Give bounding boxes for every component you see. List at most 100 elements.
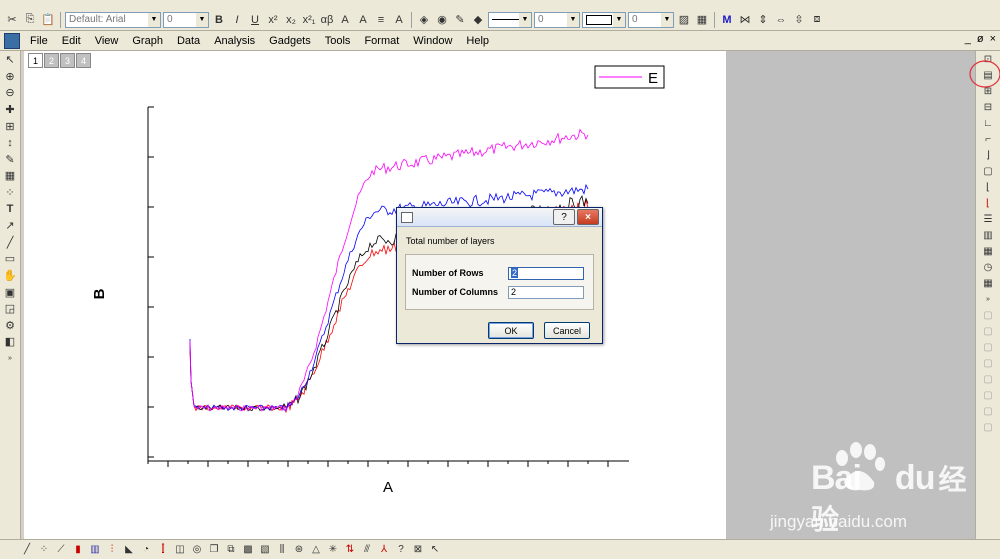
menu-window[interactable]: Window: [406, 35, 459, 47]
close-window-button[interactable]: ×: [990, 33, 996, 45]
supersub-icon[interactable]: x²₁: [301, 12, 317, 28]
layer-icon[interactable]: ◲: [2, 301, 18, 317]
axes-top-icon[interactable]: ⌐: [980, 132, 996, 147]
chevron-down-icon[interactable]: ▼: [519, 12, 531, 27]
menu-graph[interactable]: Graph: [125, 35, 170, 47]
arrange-icon[interactable]: ⇕: [755, 12, 771, 28]
distribute-icon[interactable]: ⇳: [791, 12, 807, 28]
chevron-down-icon[interactable]: ▼: [567, 12, 579, 27]
y-axis-label[interactable]: B: [91, 288, 108, 299]
annotation-icon[interactable]: ▣: [2, 284, 18, 300]
menu-format[interactable]: Format: [357, 35, 406, 47]
menu-file[interactable]: File: [23, 35, 55, 47]
data-selector-icon[interactable]: ↕: [2, 135, 18, 151]
pointer-icon[interactable]: ↖: [428, 543, 442, 557]
mask-points-icon[interactable]: ⁘: [2, 185, 18, 201]
align-icon[interactable]: ≡: [373, 12, 389, 28]
hand-icon[interactable]: ✋: [2, 268, 18, 284]
line-plot-icon[interactable]: ╱: [20, 543, 34, 557]
minimize-button[interactable]: _: [965, 33, 971, 45]
settings-icon[interactable]: ⚙: [2, 318, 18, 334]
line-style-combo[interactable]: ▼: [488, 11, 532, 28]
superscript-icon[interactable]: x²: [265, 12, 281, 28]
menu-data[interactable]: Data: [170, 35, 207, 47]
layer-count-dialog[interactable]: ? × Total number of layers Number of Row…: [396, 207, 603, 344]
decrease-font-icon[interactable]: A: [355, 12, 371, 28]
menu-tools[interactable]: Tools: [318, 35, 358, 47]
polar-icon[interactable]: ⊛: [292, 543, 306, 557]
rows-input[interactable]: 2: [508, 267, 584, 280]
region-select-icon[interactable]: ▦: [2, 168, 18, 184]
rescale-icon[interactable]: ⊠: [411, 543, 425, 557]
box-plot-icon[interactable]: ⫿: [156, 543, 170, 557]
cancel-button[interactable]: Cancel: [544, 322, 590, 339]
chevron-down-icon[interactable]: ▼: [196, 12, 208, 27]
rectangle-tool-icon[interactable]: ▭: [2, 251, 18, 267]
close-button[interactable]: ×: [577, 209, 599, 225]
stat-plot-icon[interactable]: ⫶: [105, 543, 119, 557]
axes-half-icon[interactable]: ⌊: [980, 180, 996, 195]
expand-icon[interactable]: »: [980, 292, 996, 307]
more-tools-icon[interactable]: ◧: [2, 334, 18, 350]
vector-icon[interactable]: ⫼: [275, 543, 289, 557]
menu-analysis[interactable]: Analysis: [207, 35, 262, 47]
increase-font-icon[interactable]: A: [337, 12, 353, 28]
draw-data-icon[interactable]: ✎: [2, 152, 18, 168]
align-layers-icon[interactable]: ⧈: [809, 12, 825, 28]
help-button[interactable]: ?: [553, 209, 575, 225]
axes-box-icon[interactable]: ▢: [980, 164, 996, 179]
axes-l-icon[interactable]: ∟: [980, 116, 996, 131]
grid-icon[interactable]: ▦: [694, 12, 710, 28]
font-size-combo[interactable]: 0 ▼: [163, 11, 209, 28]
wind-rose-icon[interactable]: ✳: [326, 543, 340, 557]
drop-line-icon[interactable]: ⇅: [343, 543, 357, 557]
font-color-icon[interactable]: A: [391, 12, 407, 28]
clock-icon[interactable]: ◷: [980, 260, 996, 275]
menu-edit[interactable]: Edit: [55, 35, 88, 47]
hatch-icon[interactable]: ▨: [676, 12, 692, 28]
italic-icon[interactable]: I: [229, 12, 245, 28]
chevron-down-icon[interactable]: ▼: [661, 12, 673, 27]
copy-icon[interactable]: ⎘: [22, 12, 38, 28]
image-icon[interactable]: ▧: [258, 543, 272, 557]
scatter-plot-icon[interactable]: ⁘: [37, 543, 51, 557]
grid-table-icon[interactable]: ▦: [980, 244, 996, 259]
cut-icon[interactable]: ✂: [4, 12, 20, 28]
pattern-icon[interactable]: ◉: [434, 12, 450, 28]
zoom-in-icon[interactable]: ⊕: [2, 69, 18, 85]
pie-plot-icon[interactable]: ◔: [139, 543, 153, 557]
app-icon[interactable]: [4, 32, 20, 49]
four-panel-icon[interactable]: ⊟: [980, 100, 996, 115]
graph-copy-icon[interactable]: ❐: [207, 543, 221, 557]
arrow-tool-icon[interactable]: ↗: [2, 218, 18, 234]
x-axis-label[interactable]: A: [383, 479, 393, 496]
help-icon[interactable]: ?: [394, 543, 408, 557]
axes-right-icon[interactable]: ⌋: [980, 148, 996, 163]
spread-icon[interactable]: ⇔: [773, 12, 789, 28]
border-width-combo[interactable]: 0 ▼: [628, 11, 674, 28]
data-reader-icon[interactable]: ⊞: [2, 118, 18, 134]
matrix-icon[interactable]: ▩: [241, 543, 255, 557]
symbol-color-icon[interactable]: ◆: [470, 12, 486, 28]
area-plot-icon[interactable]: ◣: [122, 543, 136, 557]
subscript-icon[interactable]: x₂: [283, 12, 299, 28]
menu-gadgets[interactable]: Gadgets: [262, 35, 318, 47]
double-y-icon[interactable]: ⅄: [377, 543, 391, 557]
underline-icon[interactable]: U: [247, 12, 263, 28]
line-tool-icon[interactable]: ╱: [2, 235, 18, 251]
stack-icon[interactable]: ☰: [980, 212, 996, 227]
menu-help[interactable]: Help: [459, 35, 496, 47]
ok-button[interactable]: OK: [488, 322, 534, 339]
graph-export-icon[interactable]: ⧉: [224, 543, 238, 557]
greek-icon[interactable]: αβ: [319, 12, 335, 28]
line-color-icon[interactable]: ✎: [452, 12, 468, 28]
legend-label[interactable]: E: [648, 70, 658, 87]
column-plot-icon[interactable]: ▮: [71, 543, 85, 557]
layer-layout-icon[interactable]: ▤: [969, 60, 1000, 88]
menu-view[interactable]: View: [88, 35, 126, 47]
chevron-down-icon[interactable]: ▼: [148, 12, 160, 27]
table-icon[interactable]: ▦: [980, 276, 996, 291]
graph-window[interactable]: 1 2 3 4 A B E: [24, 51, 726, 539]
unmerge-icon[interactable]: ⋈: [737, 12, 753, 28]
stack-plot-icon[interactable]: ⫻: [360, 543, 374, 557]
